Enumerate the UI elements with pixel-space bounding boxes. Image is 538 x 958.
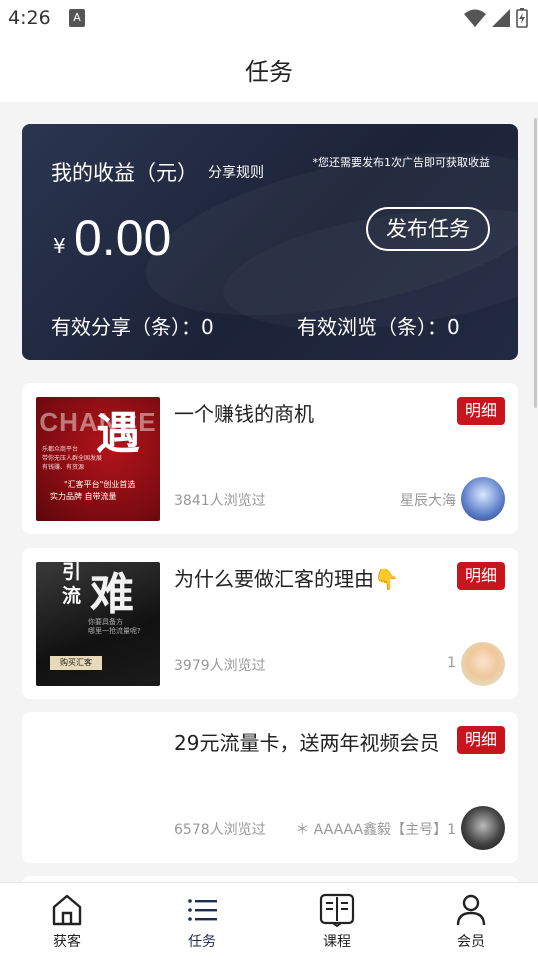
tab-label: 获客 — [53, 934, 81, 950]
notification-icon: A — [69, 9, 85, 27]
task-title: 为什么要做汇客的理由👇 — [174, 567, 399, 591]
earnings-title: 我的收益（元） — [51, 161, 198, 185]
status-time: 4:26 — [8, 7, 51, 29]
thumb-text: 购买汇客 — [50, 656, 102, 670]
task-views: 6578人浏览过 — [174, 822, 266, 838]
task-thumbnail — [36, 726, 160, 850]
tab-label: 课程 — [323, 934, 351, 950]
task-author: 星辰大海 — [400, 493, 456, 509]
title-bar: 任务 — [0, 38, 538, 102]
tab-courses[interactable]: 课程 — [297, 893, 377, 951]
task-thumbnail: 引流 难 你要具备方 哪里一抢流量呢? 购买汇客 — [36, 562, 160, 686]
tab-tasks[interactable]: 任务 — [162, 893, 242, 951]
detail-button[interactable]: 明细 — [457, 397, 505, 425]
thumb-line: 带你无压人群全国发展 — [42, 455, 103, 462]
earnings-hint: *您还需要发布1次广告即可获取收益 — [312, 156, 491, 169]
task-card[interactable]: 29元流量卡，送两年视频会员 明细 6578人浏览过 ＊ AAAAA鑫毅【主号】… — [22, 712, 518, 863]
thumb-line: 引 — [62, 562, 82, 583]
publish-task-button[interactable]: 发布任务 — [366, 207, 490, 251]
detail-button[interactable]: 明细 — [457, 562, 505, 590]
thumb-text-lines: 乐都众商平台 带你无压人群全国发展 有钱赚、有资源 — [42, 445, 102, 472]
valid-views-stat: 有效浏览（条）：0 — [297, 315, 460, 339]
scrollbar[interactable] — [534, 118, 537, 408]
task-views: 3979人浏览过 — [174, 658, 266, 674]
thumb-line: 乐都众商平台 — [42, 446, 79, 453]
task-card[interactable]: CHANCE 遇 乐都众商平台 带你无压人群全国发展 有钱赚、有资源 "汇客平台… — [22, 383, 518, 534]
status-bar: 4:26 A — [0, 0, 538, 38]
detail-button[interactable]: 明细 — [457, 726, 505, 754]
share-rules-link[interactable]: 分享规则 — [208, 162, 264, 182]
earnings-card: 我的收益（元） 分享规则 *您还需要发布1次广告即可获取收益 ¥ 0.00 发布… — [22, 124, 518, 360]
person-icon — [456, 894, 486, 926]
earnings-amount: 0.00 — [74, 210, 172, 266]
page-title: 任务 — [245, 58, 293, 86]
wifi-icon — [464, 9, 486, 27]
list-icon — [188, 899, 217, 921]
tab-label: 会员 — [457, 934, 485, 950]
task-title: 一个赚钱的商机 — [174, 402, 314, 426]
thumb-text: 遇 — [96, 408, 140, 459]
avatar — [461, 477, 505, 521]
thumb-text: 你要具备方 哪里一抢流量呢? — [88, 618, 141, 635]
task-title: 29元流量卡，送两年视频会员 — [174, 731, 440, 755]
signal-icon — [492, 9, 510, 27]
bottom-tab-bar: 获客 任务 课程 会员 — [0, 882, 538, 958]
valid-shares-stat: 有效分享（条）：0 — [51, 315, 214, 339]
avatar — [461, 642, 505, 686]
task-views: 3841人浏览过 — [174, 493, 266, 509]
thumb-text: 引流 — [62, 562, 81, 608]
currency-symbol: ¥ — [53, 234, 66, 258]
thumb-text: "汇客平台"创业首选 — [64, 480, 136, 489]
avatar — [461, 806, 505, 850]
book-icon — [319, 893, 355, 927]
task-card[interactable]: 引流 难 你要具备方 哪里一抢流量呢? 购买汇客 为什么要做汇客的理由👇 明细 … — [22, 548, 518, 699]
task-author: 1 — [447, 655, 456, 671]
thumb-line: 有钱赚、有资源 — [42, 464, 85, 471]
battery-icon — [516, 8, 528, 28]
tab-label: 任务 — [188, 934, 216, 950]
task-author: ＊ AAAAA鑫毅【主号】1 — [295, 822, 456, 838]
tab-acquire[interactable]: 获客 — [27, 893, 107, 951]
task-thumbnail: CHANCE 遇 乐都众商平台 带你无压人群全国发展 有钱赚、有资源 "汇客平台… — [36, 397, 160, 521]
thumb-text: 实力品牌 自带流量 — [50, 492, 117, 501]
thumb-line: 流 — [62, 585, 82, 607]
tab-membership[interactable]: 会员 — [431, 893, 511, 951]
status-icons — [464, 8, 528, 28]
thumb-text: 难 — [90, 569, 134, 620]
home-icon — [52, 894, 82, 926]
